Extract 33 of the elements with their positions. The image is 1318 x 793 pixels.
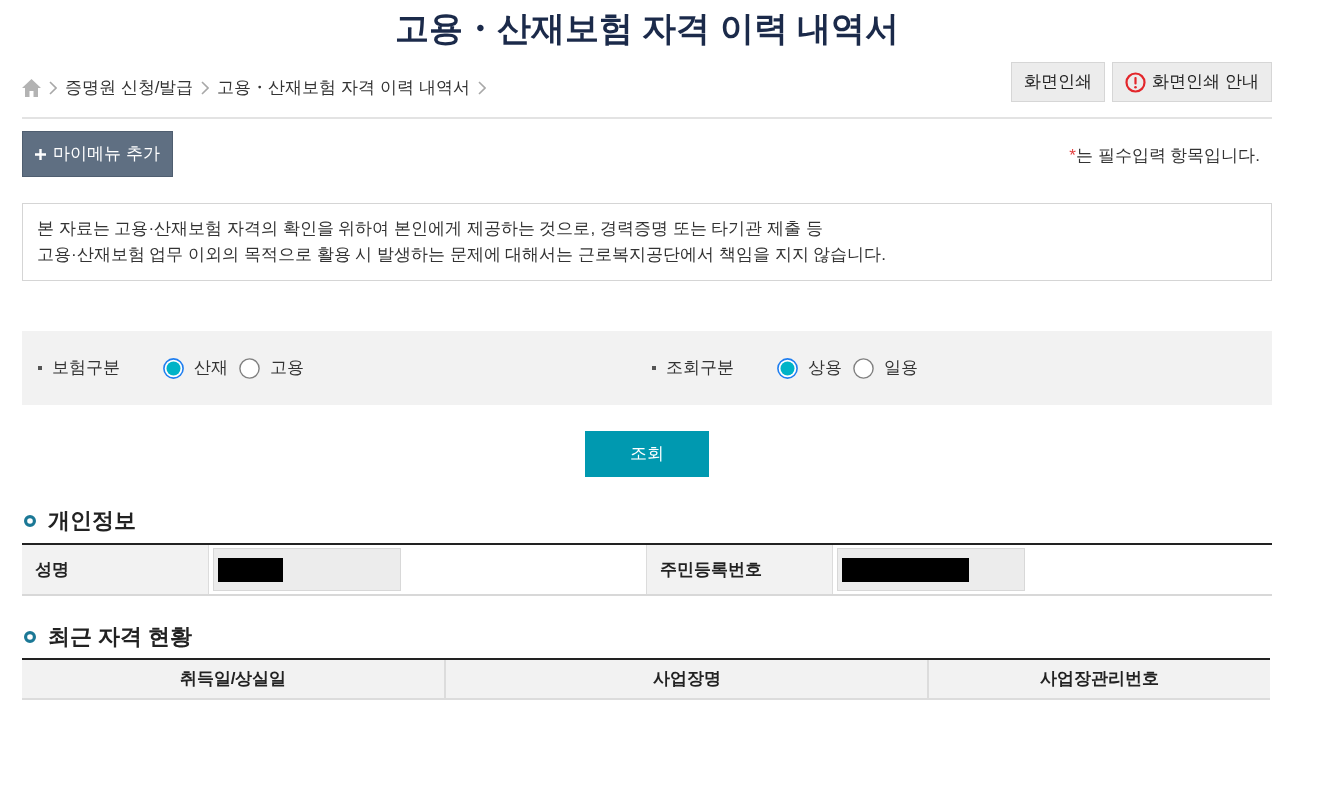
breadcrumb-link[interactable]: 고용・산재보험 자격 이력 내역서 [217,75,470,101]
print-guide-button[interactable]: 화면인쇄 안내 [1112,62,1272,102]
radio-option[interactable]: 산재 [163,355,228,381]
input-field[interactable] [213,548,401,591]
notice-text: 고용·산재보험 업무 이외의 목적으로 활용 시 발생하는 문제에 대해서는 근로복지공단에서 책임을 지지 않습니다. [37,244,888,266]
add-mymenu-button[interactable]: 마이메뉴 추가 [22,131,173,177]
input-field[interactable] [837,548,1025,591]
ring-icon [24,631,36,643]
field-label: 주민등록번호 [646,545,833,594]
plus-icon [35,148,47,160]
ring-icon [24,515,36,527]
page-title: 고용・산재보험 자격 이력 내역서 [393,8,901,48]
bullet-icon [652,366,656,370]
breadcrumb-link[interactable]: 증명원 신청/발급 [65,75,194,101]
chevron-right-icon [477,81,486,95]
section-title: 최근 자격 현황 [48,624,193,650]
column-header: 사업장관리번호 [927,660,1270,698]
filter-label: 조회구분 [666,357,735,380]
exclamation-circle-icon [1125,71,1147,93]
radio-option[interactable]: 일용 [853,355,918,381]
radio-option[interactable]: 고용 [239,355,304,381]
section-title: 개인정보 [48,508,136,534]
bullet-icon [38,366,42,370]
radio-option[interactable]: 상용 [777,355,842,381]
column-header: 취득일/상실일 [22,660,444,698]
column-header: 사업장명 [444,660,927,698]
required-note: *는 필수입력 항목입니다. [1069,145,1261,168]
chevron-right-icon [201,81,210,95]
chevron-right-icon [49,81,57,95]
field-label: 성명 [22,545,209,594]
print-button[interactable]: 화면인쇄 [1011,62,1106,102]
filter-label: 보험구분 [52,357,121,380]
notice-text: 본 자료는 고용·산재보험 자격의 확인을 위하여 본인에게 제공하는 것으로, 경력증명 또는 타기관 제출 등 [37,218,824,240]
